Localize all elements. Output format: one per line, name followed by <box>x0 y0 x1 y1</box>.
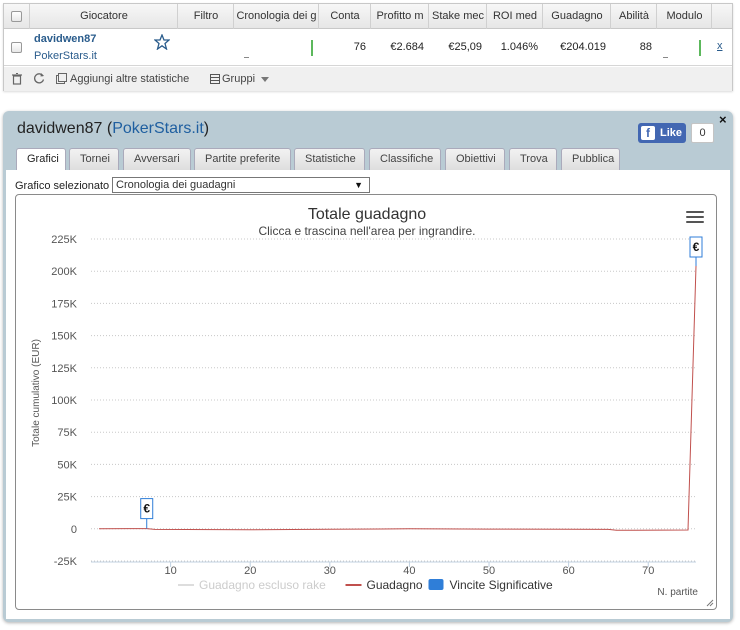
flag-symbol: € <box>143 502 150 516</box>
flag-symbol: € <box>693 240 700 254</box>
row-checkbox[interactable] <box>11 42 22 53</box>
panel-site-link[interactable]: PokerStars.it <box>112 120 204 137</box>
x-axis-label: N. partite <box>657 587 698 598</box>
cell-winnings: €204.019 <box>560 41 606 53</box>
chevron-down-icon[interactable] <box>261 77 269 82</box>
legend-label: Guadagno <box>367 578 423 592</box>
chart-selector-label: Grafico selezionato <box>15 180 110 192</box>
cell-count: 76 <box>353 41 366 53</box>
header-history[interactable]: Cronologia dei g <box>234 4 319 29</box>
grid-toolbar: Aggiungi altre statistiche Gruppi <box>4 67 732 91</box>
cell-avg-roi: 1.046% <box>500 41 538 53</box>
groups-button[interactable]: Gruppi <box>222 67 255 91</box>
x-tick-label: 70 <box>642 565 654 577</box>
y-tick-label: 100K <box>51 395 77 407</box>
panel-body: Grafico selezionato Cronologia dei guada… <box>6 170 730 619</box>
header-avg-roi[interactable]: ROI med <box>487 4 543 29</box>
x-tick-label: 60 <box>563 565 575 577</box>
tab-grafici[interactable]: Grafici <box>16 148 66 171</box>
history-bar <box>311 40 313 56</box>
tab-obiettivi[interactable]: Obiettivi <box>445 148 505 170</box>
y-tick-label: 25K <box>57 492 77 504</box>
resize-handle-icon[interactable] <box>706 599 714 607</box>
trash-icon[interactable] <box>12 73 22 85</box>
chart-selector[interactable]: Cronologia dei guadagni ▼ <box>112 177 370 193</box>
panel-title: davidwen87 (PokerStars.it) <box>17 120 209 138</box>
chart-selector-value: Cronologia dei guadagni <box>116 179 236 191</box>
player-name-link[interactable]: davidwen87 <box>34 33 96 45</box>
header-player[interactable]: Giocatore <box>30 4 178 29</box>
tab-avversari[interactable]: Avversari <box>123 148 191 170</box>
add-stats-icon <box>56 73 67 84</box>
chart-subtitle: Clicca e trascina nell'area per ingrandi… <box>258 224 475 238</box>
player-grid: Giocatore Filtro Cronologia dei g Conta … <box>3 3 733 91</box>
y-tick-label: 200K <box>51 266 77 278</box>
legend-box-symbol <box>428 579 444 590</box>
header-winnings[interactable]: Guadagno <box>543 4 611 29</box>
facebook-like-label: Like <box>660 127 683 139</box>
cell-avg-profit: €2.684 <box>390 41 424 53</box>
dropdown-arrow-icon: ▼ <box>354 180 363 190</box>
form-sparkline <box>663 57 668 58</box>
remove-row-button[interactable]: x <box>717 40 723 52</box>
y-tick-label: 50K <box>57 459 77 471</box>
x-tick-label: 20 <box>244 565 256 577</box>
header-ability[interactable]: Abilità <box>611 4 657 29</box>
title-close-paren: ) <box>203 120 210 137</box>
refresh-icon[interactable] <box>33 72 45 84</box>
chart-container[interactable]: Totale guadagno Clicca e trascina nell'a… <box>15 194 717 610</box>
significant-win-flag: € <box>689 236 703 267</box>
legend-label: Guadagno escluso rake <box>199 578 326 592</box>
close-icon[interactable]: × <box>719 112 727 127</box>
player-site-link[interactable]: PokerStars.it <box>34 50 97 62</box>
series-line-guadagno <box>98 265 697 531</box>
favorite-star-icon[interactable] <box>154 34 170 50</box>
player-panel: davidwen87 (PokerStars.it) × f Like 0 Gr… <box>3 111 733 622</box>
groups-icon <box>210 74 220 84</box>
legend-item[interactable]: Vincite Significative <box>428 578 553 592</box>
y-axis-label: Totale cumulativo (EUR) <box>31 339 42 447</box>
y-tick-label: 150K <box>51 331 77 343</box>
cell-avg-stake: €25,09 <box>448 41 482 53</box>
x-tick-label: 10 <box>164 565 176 577</box>
history-sparkline <box>244 57 249 58</box>
facebook-like-button[interactable]: f Like <box>638 123 686 143</box>
legend-label: Vincite Significative <box>450 578 553 592</box>
tab-statistiche[interactable]: Statistiche <box>294 148 365 170</box>
panel-player-name: davidwen87 <box>17 120 103 137</box>
header-avg-stake[interactable]: Stake mec <box>429 4 487 29</box>
significant-win-flag: € <box>140 498 154 529</box>
x-tick-label: 30 <box>324 565 336 577</box>
legend-item[interactable]: Guadagno escluso rake <box>178 578 326 592</box>
select-all-checkbox[interactable] <box>11 11 22 22</box>
tab-trova[interactable]: Trova <box>509 148 557 170</box>
y-tick-label: 125K <box>51 363 77 375</box>
x-tick-label: 50 <box>483 565 495 577</box>
table-row[interactable]: davidwen87 PokerStars.it 76 €2.684 €25,0… <box>4 29 732 66</box>
facebook-icon: f <box>641 126 655 140</box>
facebook-like-count: 0 <box>691 123 714 143</box>
add-stats-button[interactable]: Aggiungi altre statistiche <box>70 67 189 91</box>
y-tick-label: 75K <box>57 427 77 439</box>
cell-ability: 88 <box>639 41 652 53</box>
y-tick-label: 175K <box>51 298 77 310</box>
grid-header: Giocatore Filtro Cronologia dei g Conta … <box>4 4 732 29</box>
header-avg-profit[interactable]: Profitto m <box>371 4 429 29</box>
y-tick-label: -25K <box>54 556 78 568</box>
y-tick-label: 225K <box>51 234 77 246</box>
earnings-chart[interactable]: Totale guadagno Clicca e trascina nell'a… <box>16 195 716 609</box>
header-form[interactable]: Modulo <box>657 4 712 29</box>
tab-pubblica[interactable]: Pubblica <box>561 148 620 170</box>
x-tick-label: 40 <box>403 565 415 577</box>
header-filter[interactable]: Filtro <box>178 4 234 29</box>
tab-classifiche[interactable]: Classifiche <box>369 148 441 170</box>
y-tick-label: 0 <box>71 524 77 536</box>
chart-title: Totale guadagno <box>308 206 426 223</box>
header-count[interactable]: Conta <box>319 4 371 29</box>
legend-item[interactable]: Guadagno <box>345 578 423 592</box>
tab-partite-preferite[interactable]: Partite preferite <box>194 148 291 170</box>
form-bar <box>699 40 701 56</box>
tab-tornei[interactable]: Tornei <box>69 148 119 170</box>
